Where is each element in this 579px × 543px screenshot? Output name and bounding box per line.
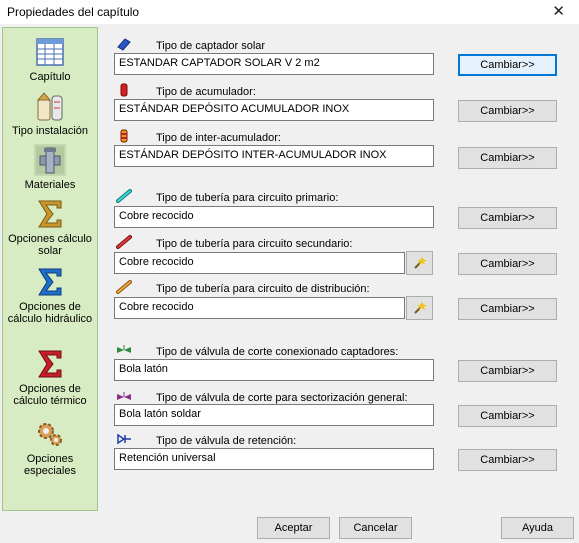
sidebar-item-opciones-especiales[interactable]: Opciones especiales [3,418,97,477]
sigma-blue-icon [38,268,62,296]
change-collector-valve-button[interactable]: Cambiar>> [458,360,557,382]
change-accumulator-button[interactable]: Cambiar>> [458,100,557,122]
distribution-pipe-pick-button[interactable] [406,296,433,320]
change-inter-accumulator-button[interactable]: Cambiar>> [458,147,557,169]
primary-pipe-type-field: Cobre recocido [114,206,434,228]
sidebar-item-materiales[interactable]: Materiales [3,144,97,191]
section-label: Tipo de inter-acumulador: [156,132,281,144]
change-secondary-pipe-button[interactable]: Cambiar>> [458,253,557,275]
sidebar-item-label: Opciones de cálculo térmico [13,383,87,407]
cancel-button[interactable]: Cancelar [339,517,412,539]
sigma-gold-icon [38,200,62,228]
red-tank-icon [120,83,128,97]
section-label: Tipo de válvula de retención: [156,435,297,447]
collector-type-field: ESTANDAR CAPTADOR SOLAR V 2 m2 [114,53,434,75]
sidebar-item-label: Capítulo [29,71,71,83]
accept-button[interactable]: Aceptar [257,517,330,539]
collector-valve-type-field: Bola latón [114,359,434,381]
section-label: Tipo de válvula de corte conexionado cap… [156,346,399,358]
sidebar-item-label: Opciones especiales [24,453,76,477]
secondary-pipe-type-field: Cobre recocido [114,252,405,274]
check-valve-type-field: Retención universal [114,448,434,470]
secondary-pipe-pick-button[interactable] [406,251,433,275]
purple-valve-icon [117,392,131,400]
sidebar-item-opciones-calculo-solar[interactable]: Opciones cálculo solar [3,198,97,257]
distribution-pipe-type-field: Cobre recocido [114,297,405,319]
check-valve-icon [117,433,131,445]
section-label: Tipo de válvula de corte para sectorizac… [156,392,408,404]
change-distribution-pipe-button[interactable]: Cambiar>> [458,298,557,320]
orange-pipe-icon [116,280,132,294]
sidebar-item-opciones-calculo-hidraulico[interactable]: Opciones de cálculo hidráulico [3,266,97,325]
gears-icon [38,423,62,446]
sectorization-valve-type-field: Bola latón soldar [114,404,434,426]
magic-wand-icon [414,302,427,314]
sigma-red-icon [38,350,62,378]
section-label: Tipo de tubería para circuito primario: [156,192,339,204]
solar-collector-icon [117,38,131,51]
pipe-fitting-icon [34,144,66,176]
change-sectorization-valve-button[interactable]: Cambiar>> [458,405,557,427]
inter-accumulator-type-field: ESTÁNDAR DEPÓSITO INTER-ACUMULADOR INOX [114,145,434,167]
sidebar: Capítulo Tipo instalación Materiales Opc… [2,27,98,511]
help-button[interactable]: Ayuda [501,517,574,539]
window-title: Propiedades del capítulo [7,5,140,19]
section-label: Tipo de captador solar [156,40,266,52]
sidebar-item-label: Tipo instalación [11,125,89,137]
magic-wand-icon [414,257,427,269]
section-label: Tipo de acumulador: [156,86,256,98]
cyan-pipe-icon [116,189,132,203]
change-check-valve-button[interactable]: Cambiar>> [458,449,557,471]
sidebar-item-label: Materiales [24,179,76,191]
red-pipe-icon [116,235,132,249]
change-primary-pipe-button[interactable]: Cambiar>> [458,207,557,229]
section-label: Tipo de tubería para circuito secundario… [156,238,353,250]
section-label: Tipo de tubería para circuito de distrib… [156,283,370,295]
sidebar-item-label: Opciones de cálculo hidráulico [7,301,93,325]
installation-type-icon [36,92,63,121]
green-valve-icon [117,345,131,353]
sidebar-item-label: Opciones cálculo solar [8,233,92,257]
chapter-table-icon [36,38,64,66]
change-collector-button[interactable]: Cambiar>> [458,54,557,76]
striped-tank-icon [120,129,128,143]
sidebar-item-opciones-calculo-termico[interactable]: Opciones de cálculo térmico [3,348,97,407]
sidebar-item-tipo-instalacion[interactable]: Tipo instalación [3,90,97,137]
title-bar: Propiedades del capítulo ✕ [0,0,579,24]
accumulator-type-field: ESTÁNDAR DEPÓSITO ACUMULADOR INOX [114,99,434,121]
close-icon[interactable]: ✕ [552,2,565,20]
sidebar-item-capitulo[interactable]: Capítulo [3,36,97,83]
